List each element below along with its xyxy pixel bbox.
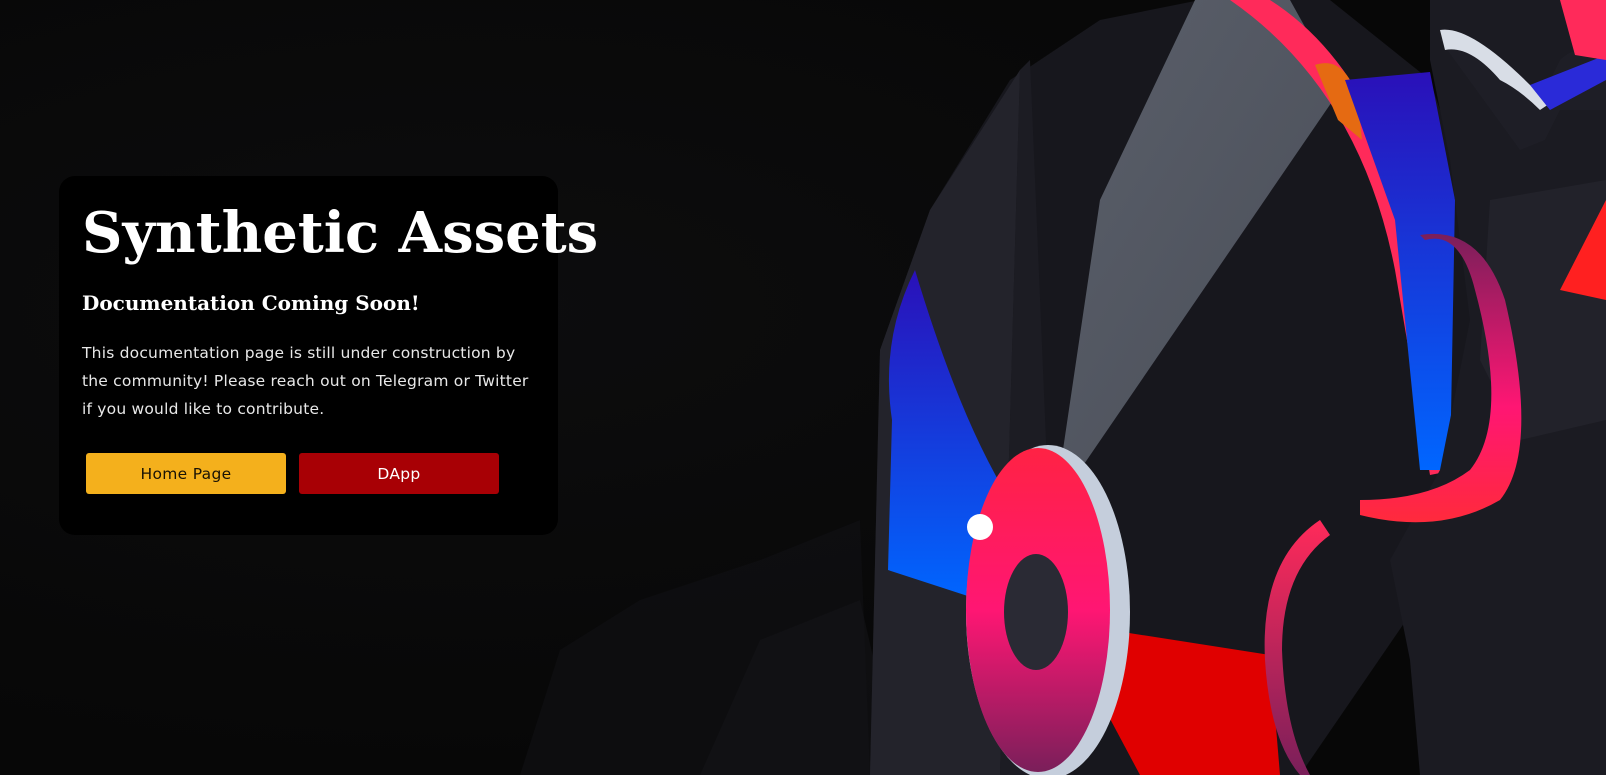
description-text: This documentation page is still under c… (82, 344, 529, 418)
dapp-button[interactable]: DApp (299, 453, 499, 494)
home-page-button[interactable]: Home Page (86, 453, 286, 494)
page-title: Synthetic Assets (82, 200, 599, 266)
intro-card: Synthetic Assets Documentation Coming So… (59, 176, 599, 535)
page-subtitle: Documentation Coming Soon! (82, 291, 420, 315)
landing-page: Synthetic Assets Documentation Coming So… (0, 0, 1606, 775)
button-group: Home Page DApp (86, 453, 536, 494)
